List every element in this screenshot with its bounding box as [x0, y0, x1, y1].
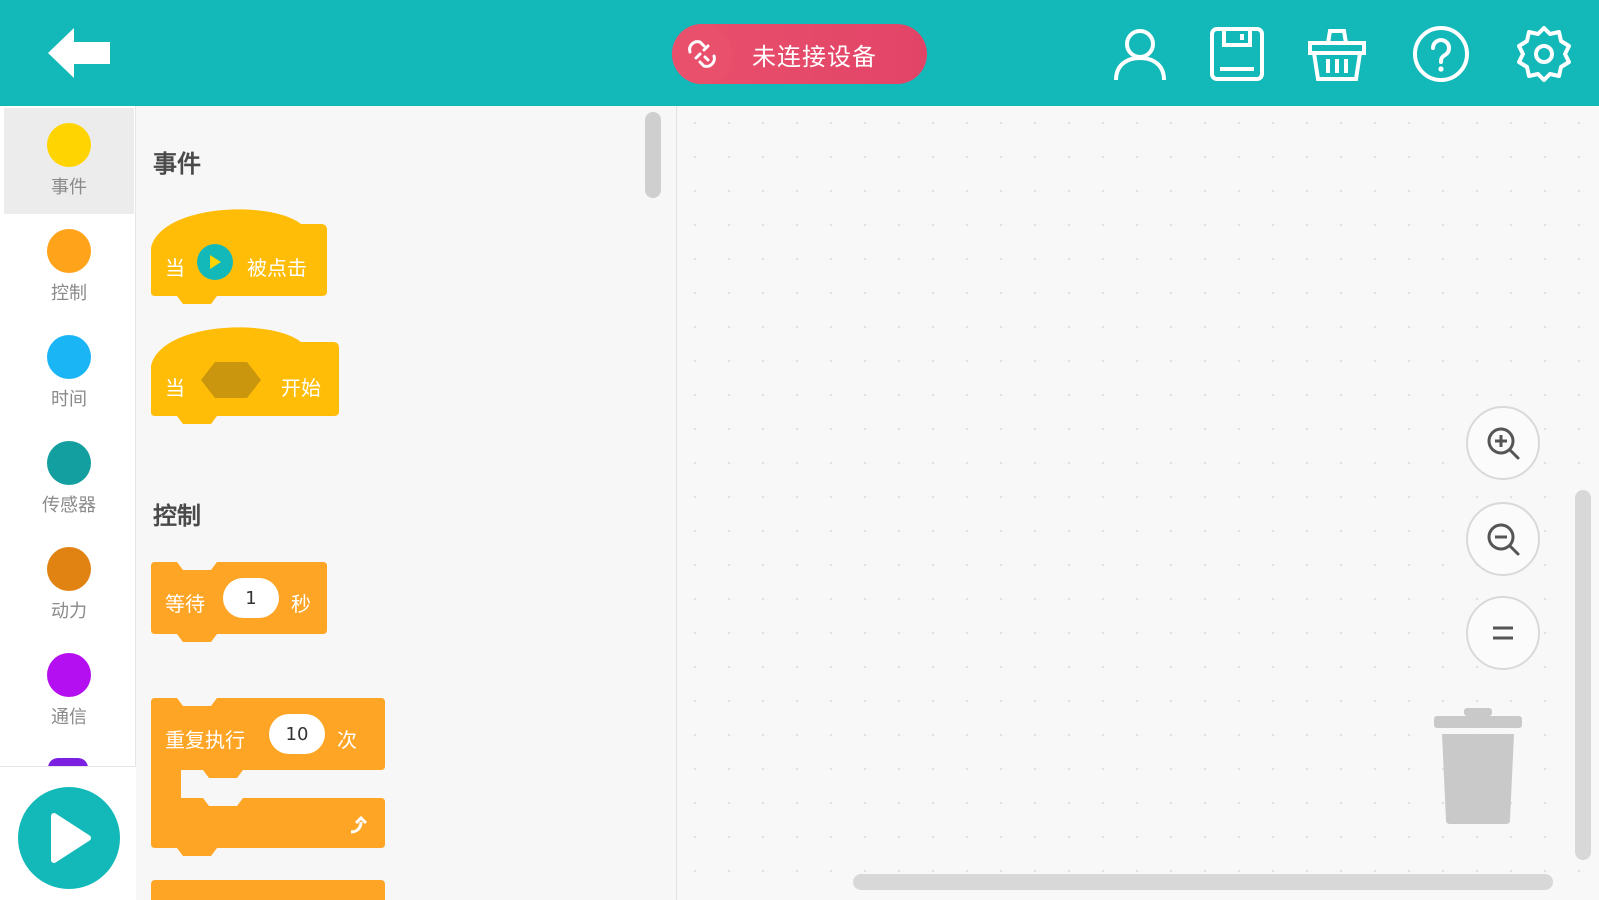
category-motion[interactable]: 动力 [4, 532, 134, 638]
help-icon [1413, 26, 1469, 82]
top-bar: 未连接设备 [0, 0, 1599, 106]
zoom-in-button[interactable] [1466, 406, 1540, 480]
block-prefix: 当 [165, 256, 185, 280]
trash-can[interactable] [1430, 708, 1526, 826]
category-dot [47, 229, 91, 273]
save-icon [1210, 27, 1264, 81]
zoom-reset-button[interactable] [1466, 596, 1540, 670]
block-suffix: 被点击 [247, 256, 307, 280]
settings-button[interactable] [1512, 22, 1576, 86]
block-palette: 事件 当 被点击 当 开始 控制 等待 1 秒 重复执行 10 次 [137, 106, 677, 900]
equals-icon [1493, 626, 1513, 640]
block-prefix: 当 [165, 376, 185, 400]
workspace-vertical-scrollbar[interactable] [1575, 490, 1591, 860]
connection-status-label: 未连接设备 [752, 42, 877, 71]
connect-device-button[interactable]: 未连接设备 [672, 24, 927, 84]
green-flag-icon [197, 244, 233, 280]
category-label: 通信 [51, 707, 87, 728]
category-sensor[interactable]: 传感器 [4, 426, 134, 532]
category-label: 动力 [51, 601, 87, 622]
category-dot [47, 335, 91, 379]
block-prefix: 等待 [165, 592, 205, 616]
repeat-count-input[interactable]: 10 [269, 714, 325, 754]
category-label: 事件 [51, 177, 87, 198]
workspace-horizontal-scrollbar[interactable] [853, 874, 1553, 890]
category-label: 传感器 [42, 495, 96, 516]
code-workspace[interactable] [678, 106, 1599, 900]
block-repeat[interactable]: 重复执行 10 次 [151, 698, 391, 868]
block-suffix: 秒 [291, 592, 311, 616]
unlink-icon [672, 24, 732, 84]
category-label: 时间 [51, 389, 87, 410]
category-time[interactable]: 时间 [4, 320, 134, 426]
category-dot [47, 653, 91, 697]
save-button[interactable] [1205, 22, 1269, 86]
clear-button[interactable] [1305, 22, 1369, 86]
block-suffix: 开始 [281, 376, 321, 400]
block-partial [151, 880, 385, 900]
category-dot [47, 547, 91, 591]
block-prefix: 重复执行 [165, 728, 245, 752]
block-wait[interactable]: 等待 1 秒 [151, 562, 331, 652]
section-title-events: 事件 [153, 150, 201, 178]
category-sidebar: 事件 控制 时间 传感器 动力 通信 [0, 106, 136, 900]
category-events[interactable]: 事件 [4, 108, 134, 214]
help-button[interactable] [1409, 22, 1473, 86]
play-icon [51, 813, 91, 863]
run-button[interactable] [18, 787, 120, 889]
category-control[interactable]: 控制 [4, 214, 134, 320]
back-arrow-icon [48, 28, 110, 78]
loop-arrow-icon [347, 815, 371, 841]
category-dot [47, 441, 91, 485]
category-dot [47, 123, 91, 167]
section-title-control: 控制 [153, 502, 201, 530]
run-area [0, 766, 136, 900]
block-suffix: 次 [337, 728, 357, 752]
wait-seconds-input[interactable]: 1 [223, 578, 279, 618]
palette-scrollbar[interactable] [645, 112, 661, 198]
zoom-out-icon [1487, 523, 1520, 556]
zoom-in-icon [1487, 427, 1520, 460]
block-when-start[interactable]: 当 开始 [151, 322, 341, 434]
category-communication[interactable]: 通信 [4, 638, 134, 744]
settings-icon [1517, 26, 1571, 82]
user-icon [1114, 29, 1166, 81]
user-button[interactable] [1108, 22, 1172, 86]
zoom-out-button[interactable] [1466, 502, 1540, 576]
category-label: 控制 [51, 283, 87, 304]
back-button[interactable] [40, 22, 120, 84]
basket-icon [1308, 29, 1366, 81]
trash-icon [1434, 708, 1522, 824]
block-when-clicked[interactable]: 当 被点击 [151, 204, 331, 312]
